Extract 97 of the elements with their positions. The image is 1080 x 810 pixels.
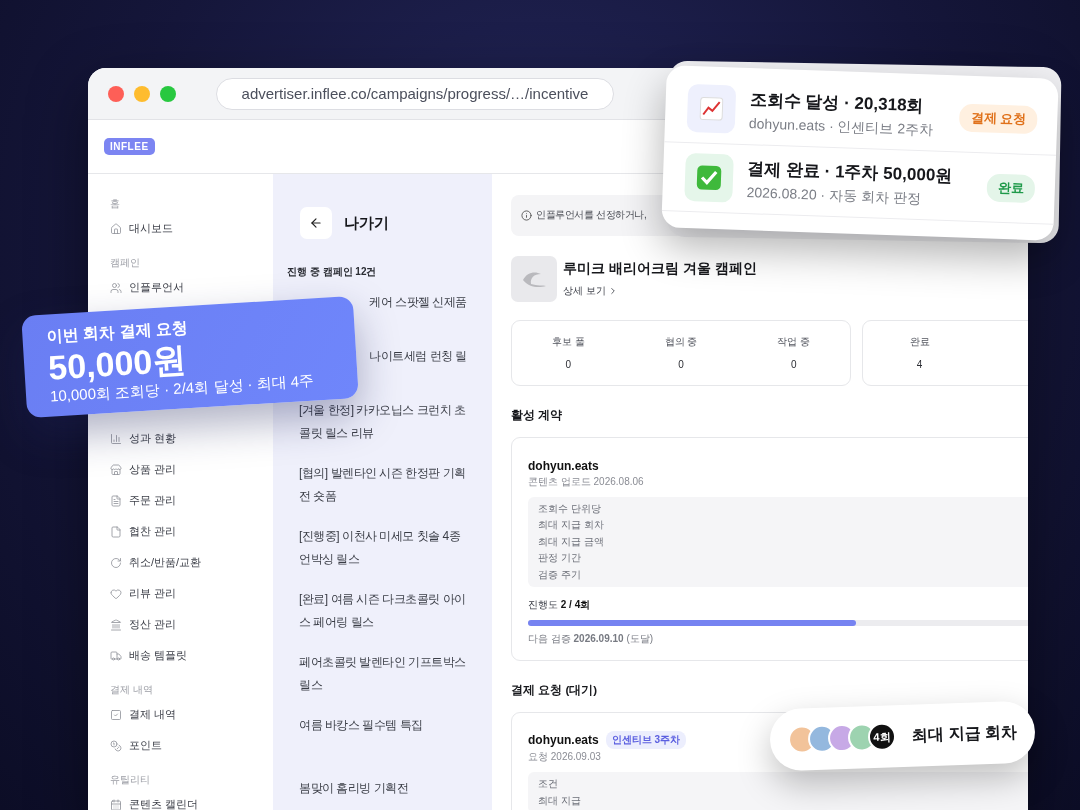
stat-label: 완료 [909,335,930,349]
minimize-button[interactable] [134,85,150,102]
close-button[interactable] [108,85,124,102]
campaign-list-item[interactable]: 페어초콜릿 발렌타인 기프트박스 릴스 [299,651,467,697]
sidebar-item[interactable]: 리뷰 관리 [110,578,273,609]
stat-value: 0 [565,359,572,370]
sidebar-item[interactable]: 정산 관리 [110,609,273,640]
document-icon [110,494,122,507]
sidebar-item[interactable]: 협찬 관리 [110,516,273,547]
section-title: 활성 계약 [511,407,564,423]
stat-label: 작업 중 [777,335,811,349]
stat-label: 협의 중 [664,335,698,349]
campaign-thumbnail [511,255,557,302]
payment-card-title: 이번 회차 결제 요청 [45,318,190,345]
sidebar-item-label: 주문 관리 [129,493,177,508]
calendar-icon [110,798,122,810]
maximize-button[interactable] [160,85,176,102]
term-label: 검증 주기 [538,567,582,582]
notification-subtitle: dohyun.eats · 인센티브 2주차 [748,114,935,140]
sidebar-item-label: 리뷰 관리 [129,586,177,601]
notification-title: 조회수 달성 · 20,318회 [749,88,925,117]
progress-label: 진행도 2 / 4회 [528,598,592,612]
status-badge: 완료 [986,173,1036,204]
users-icon [110,281,122,294]
campaign-list-item[interactable]: 봄맞이 홈리빙 기획전 [299,777,467,800]
campaign-list-item[interactable]: 케어 스팟젤 신제품 [369,291,467,314]
sidebar-item[interactable]: 주문 관리 [110,485,273,516]
refresh-icon [110,556,122,569]
back-button[interactable] [300,207,332,239]
sidebar-item-label: 상품 관리 [129,462,177,477]
campaign-list-item[interactable]: [협의] 발렌타인 시즌 한정판 기획전 숏폼 [299,462,467,508]
sidebar-item-label: 협찬 관리 [129,524,177,539]
stat-value: 4 [916,359,923,370]
week-tag: 인센티브 3주차 [605,731,687,749]
upload-date: 콘텐츠 업로드 2026.08.06 [528,474,645,489]
coins-icon [110,739,122,752]
sidebar-item-label: 정산 관리 [129,617,177,632]
campaign-list-item[interactable]: [진행중] 이천사 미세모 칫솔 4종 언박싱 릴스 [299,525,467,571]
campaign-list-item[interactable]: 나이트세럼 런칭 릴 [369,345,467,368]
info-icon [521,209,532,221]
stat-label: 후보 풀 [551,335,585,349]
sidebar-item[interactable]: 상품 관리 [110,454,273,485]
sidebar-item-label: 포인트 [129,738,162,753]
sidebar-item[interactable]: 결제 내역 [110,699,273,730]
stat-value: 0 [790,359,797,370]
heart-icon [110,587,122,600]
sidebar-item-label: 성과 현황 [129,431,177,446]
next-check: 다음 검증 2026.09.10 (도달) [528,632,655,646]
campaign-list-item[interactable]: [완료] 여름 시즌 다크초콜릿 아이스 페어링 릴스 [299,588,467,634]
term-label: 최대 지급 금액 [538,534,605,549]
truck-icon [110,649,122,662]
file-icon [110,525,122,538]
sidebar-section-title: 홈 [110,197,121,211]
term-label: 판정 기간 [538,551,582,565]
sidebar-item-label: 콘텐츠 캘린더 [129,797,199,810]
sidebar-section-title: 캠페인 [110,256,141,270]
sidebar-item-label: 인플루언서 [129,280,184,295]
term-label: 조회수 단위당 [538,501,602,516]
chart-icon [110,432,122,445]
sidebar-item-label: 결제 내역 [129,707,177,722]
sidebar-item-label: 취소/반품/교환 [129,555,202,570]
sidebar-item[interactable]: 인플루언서 [110,272,273,303]
checkbox-icon [110,708,122,721]
sidebar-item-label: 대시보드 [129,221,173,236]
address-bar[interactable]: advertiser.inflee.co/campaigns/progress/…/incentive [216,77,614,110]
term-label: 조건 [538,777,559,791]
bank-icon [110,618,122,631]
detail-link[interactable]: 상세 보기 [563,283,618,298]
status-badge: 결제 요청 [959,103,1038,135]
request-handle: dohyun.eats [528,733,599,747]
sidebar-item-label: 배송 템플릿 [129,648,188,663]
sidebar-item[interactable]: 취소/반품/교환 [110,547,273,578]
contract-handle: dohyun.eats [528,458,599,473]
section-title: 결제 요청 (대기) [511,683,599,698]
sidebar-section-title: 유틸리티 [110,773,151,787]
campaign-name: 루미크 배리어크림 겨울 캠페인 [563,259,757,278]
pill-label: 최대 지급 회차 [911,721,1018,746]
sidebar-item[interactable]: 콘텐츠 캘린더 [110,789,273,810]
campaign-list-item[interactable]: 여름 바캉스 필수템 특집 [299,714,467,737]
check-icon [695,164,723,192]
round-count: 4회 [867,722,897,752]
store-icon [110,463,122,476]
sidebar-item[interactable]: 포인트 [110,730,273,761]
stat-value: 0 [678,359,684,370]
back-title: 나가기 [344,213,389,233]
sidebar-item[interactable]: 배송 템플릿 [110,640,273,671]
home-icon [110,222,122,235]
notice-text: 인플루언서를 선정하거나, [536,208,647,223]
term-label: 최대 지급 [538,793,582,808]
request-date: 요청 2026.09.03 [528,750,602,764]
sidebar-section-title: 결제 내역 [110,683,154,697]
term-label: 최대 지급 회차 [538,518,605,532]
campaign-count: 진행 중 캠페인 12건 [287,265,378,279]
campaign-list-item[interactable]: [겨울 한정] 카카오닙스 크런치 초콜릿 릴스 리뷰 [299,399,467,445]
sidebar-item[interactable]: 대시보드 [110,213,273,244]
sidebar-item[interactable]: 성과 현황 [110,423,273,454]
trend-chart-icon [699,96,724,122]
